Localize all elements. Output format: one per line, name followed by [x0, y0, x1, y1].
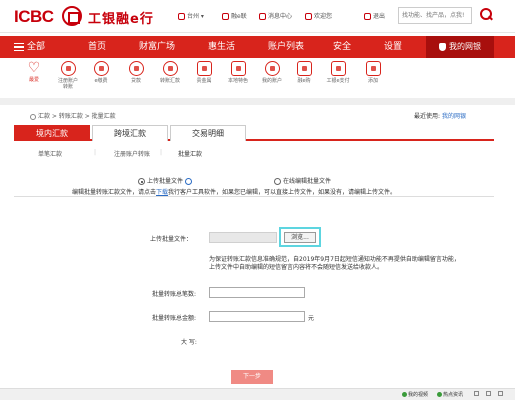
video-icon	[402, 392, 407, 397]
tab-domestic[interactable]: 境内汇款	[14, 125, 90, 141]
total-count-label: 批量转账总笔数:	[152, 291, 197, 298]
status-news[interactable]: 热点资讯	[437, 391, 463, 398]
nav-security[interactable]: 安全	[333, 36, 351, 58]
icbc-logo[interactable]: ICBC	[14, 7, 54, 27]
subtab-bar: 单笔汇款 | 注册账户转账 | 批量汇款	[14, 149, 494, 163]
nav-settings[interactable]: 设置	[384, 36, 402, 58]
subtab-separator: |	[94, 149, 97, 156]
help-icon[interactable]	[185, 178, 193, 185]
icbc-logo-icon	[62, 6, 82, 26]
radio-online-edit[interactable]: 在线编辑批量文件	[274, 176, 331, 185]
radio-checked-icon	[138, 178, 145, 185]
loan-icon	[128, 61, 144, 76]
account-icon	[264, 61, 280, 76]
amount-unit: 元	[308, 315, 315, 322]
instruction-text: 编辑批量转账汇款文件，请点击下载我行客户工具软件，如果您已编辑，可以直接上传文件…	[72, 189, 397, 196]
heart-icon: ♡	[27, 60, 41, 76]
shortcut-remit[interactable]: 转账汇款	[158, 61, 182, 84]
shortcut-bar: ♡ 最爱 注册账户 转账 e缴费 贷款 转账汇款 贵金属 本地特色 我的账户 融e…	[0, 59, 515, 97]
subtab-separator: |	[160, 149, 163, 156]
total-amount-label: 批量转账总金额:	[152, 315, 197, 322]
my-netbank-button[interactable]: 我的网银	[426, 36, 494, 58]
radio-unchecked-icon	[274, 178, 281, 185]
nav-home[interactable]: 首页	[88, 36, 106, 58]
subtab-single[interactable]: 单笔汇款	[38, 149, 62, 158]
upload-file-label: 上传批量文件：	[150, 236, 193, 243]
melink-link[interactable]: 融e联	[222, 11, 247, 20]
recently-used: 最近使用: 我的网银	[414, 113, 466, 120]
pay-icon	[93, 61, 109, 76]
shortcut-shop[interactable]: 融e购	[292, 61, 316, 84]
form-panel	[14, 196, 494, 376]
local-icon	[230, 61, 246, 76]
status-window-icon[interactable]	[498, 391, 503, 397]
logo-slogan: 工银融e行	[88, 12, 154, 27]
shortcut-register-transfer[interactable]: 注册账户 转账	[56, 61, 80, 90]
status-window-icon[interactable]	[474, 391, 479, 397]
recent-link[interactable]: 我的网银	[442, 113, 466, 120]
shortcut-favorite[interactable]: ♡ 最爱	[22, 61, 46, 83]
subtab-register[interactable]: 注册账户转账	[114, 149, 150, 158]
uppercase-label: 大 写:	[181, 339, 197, 346]
money-bag-icon	[439, 42, 446, 51]
tab-crossborder[interactable]: 跨境汇款	[92, 125, 168, 141]
message-center-link[interactable]: 消息中心	[259, 11, 292, 20]
breadcrumb: 汇款 > 转账汇款 > 批量汇款	[30, 111, 116, 120]
next-step-button[interactable]: 下一步	[231, 370, 273, 384]
shortcut-loan[interactable]: 贷款	[124, 61, 148, 84]
shortcut-my-account[interactable]: 我的账户	[260, 61, 284, 84]
mode-radio-group: 上传批量文件 在线编辑批量文件	[0, 176, 515, 186]
news-icon	[437, 392, 442, 397]
nav-accounts[interactable]: 账户列表	[268, 36, 304, 58]
user-icon	[305, 13, 312, 20]
sms-notice: 为保证转账汇款信息准确规范，自2019年9月7日起短信通知功能不再提供自助编辑留…	[209, 256, 460, 271]
shortcut-icbc-epay[interactable]: 工银e支付	[326, 61, 350, 84]
welcome-text: 欢迎您	[305, 11, 332, 20]
epay-icon	[330, 61, 346, 76]
shortcut-add[interactable]: 添加	[361, 61, 385, 84]
divider	[0, 98, 515, 105]
remit-icon	[162, 61, 178, 76]
subtab-batch[interactable]: 批量汇款	[178, 149, 202, 158]
location-link[interactable]: 台州 ▾	[178, 11, 204, 20]
location-icon	[178, 13, 185, 20]
mail-icon	[259, 13, 266, 20]
shortcut-epay[interactable]: e缴费	[89, 61, 113, 84]
home-icon	[30, 113, 36, 120]
melink-icon	[222, 13, 229, 20]
nav-wealth[interactable]: 财富广场	[139, 36, 175, 58]
transfer-icon	[60, 61, 76, 76]
shortcut-local[interactable]: 本地特色	[226, 61, 250, 84]
total-count-input[interactable]	[209, 287, 305, 298]
nav-life[interactable]: 惠生活	[208, 36, 235, 58]
browser-status-bar: 我的视频 热点资讯	[0, 388, 515, 400]
browse-highlight: 浏览...	[279, 227, 321, 247]
radio-upload[interactable]: 上传批量文件	[138, 176, 193, 185]
top-bar: ICBC 工银融e行 台州 ▾ 融e联 消息中心 欢迎您 退出 找功能、找产品，…	[0, 0, 515, 33]
download-link[interactable]: 下载	[156, 189, 168, 196]
logout-icon	[364, 13, 371, 20]
tab-transactions[interactable]: 交易明细	[170, 125, 246, 141]
menu-icon	[14, 42, 24, 51]
tab-bar: 境内汇款 跨境汇款 交易明细	[14, 125, 494, 141]
file-path-field[interactable]	[209, 232, 277, 243]
nav-all[interactable]: 全部	[14, 36, 45, 58]
logout-link[interactable]: 退出	[364, 11, 385, 20]
status-window-icon[interactable]	[486, 391, 491, 397]
metal-icon	[196, 61, 212, 76]
shop-icon	[296, 61, 312, 76]
shortcut-metal[interactable]: 贵金属	[192, 61, 216, 84]
total-amount-input[interactable]	[209, 311, 305, 322]
search-input[interactable]: 找功能、找产品，点我!	[398, 7, 472, 24]
browse-button[interactable]: 浏览...	[284, 232, 316, 243]
status-video[interactable]: 我的视频	[402, 391, 428, 398]
search-icon[interactable]	[478, 6, 494, 23]
add-icon	[365, 61, 381, 76]
